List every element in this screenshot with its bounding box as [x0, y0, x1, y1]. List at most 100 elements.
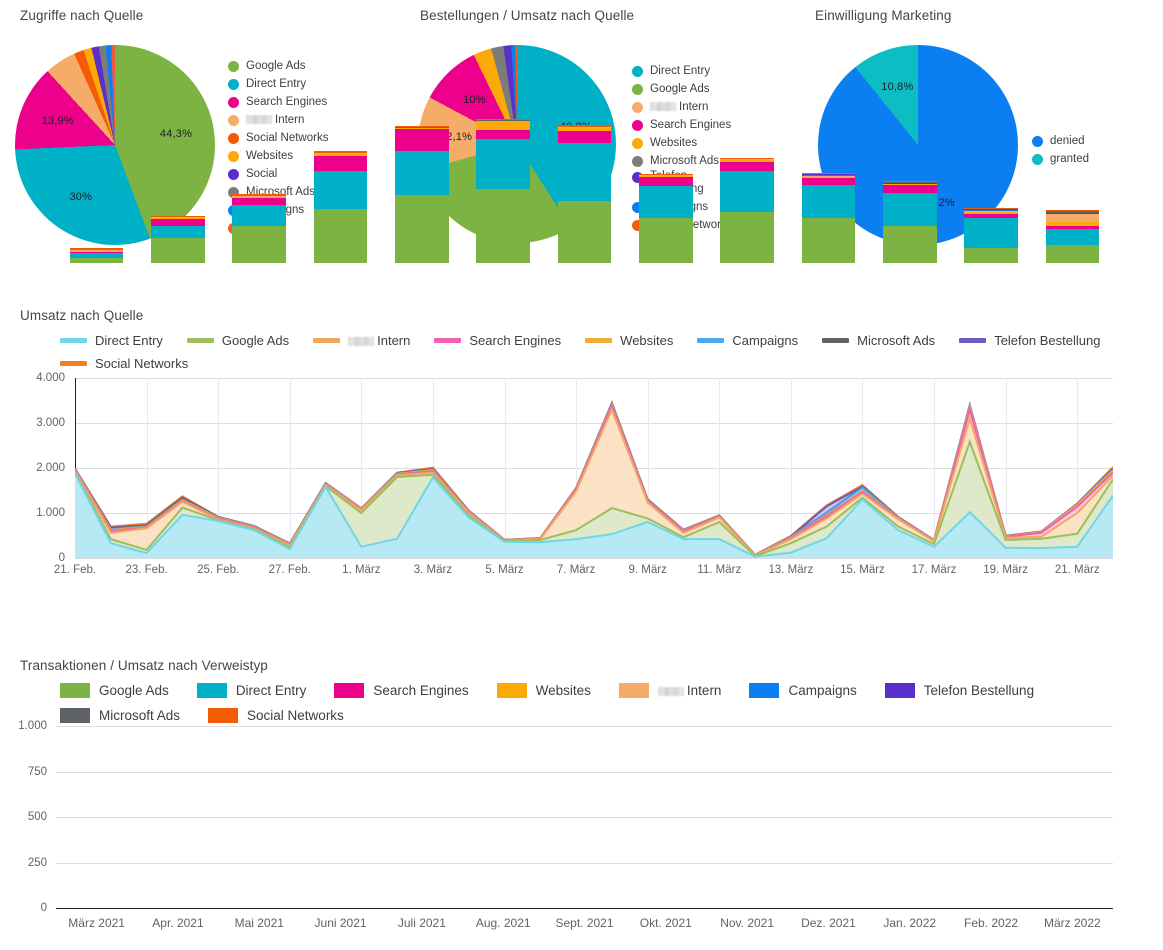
bar-segment-direct-entry[interactable]	[151, 225, 205, 238]
bar-stack[interactable]	[313, 81, 368, 263]
bar-segment-social-networks[interactable]	[557, 125, 612, 127]
bar-segment-websites[interactable]	[557, 127, 612, 131]
bar-segment-search-engines[interactable]	[964, 214, 1018, 218]
bar-segment-direct-entry[interactable]	[1045, 228, 1100, 245]
bar-segment-direct-entry[interactable]	[395, 151, 449, 195]
bar-segment-intern[interactable]	[1045, 213, 1100, 222]
bar-segment-google-ads[interactable]	[557, 201, 612, 263]
bar-segment-google-ads[interactable]	[232, 225, 287, 263]
bar-segment-direct-entry[interactable]	[801, 185, 856, 219]
bar-stack[interactable]	[1045, 81, 1100, 263]
bar-stack[interactable]	[232, 81, 287, 263]
legend-item-microsoft-ads[interactable]: Microsoft Ads	[822, 330, 935, 350]
legend-item-search-engines[interactable]: Search Engines	[434, 330, 561, 350]
bar-segment-microsoft-ads[interactable]	[882, 181, 937, 184]
bar-segment-websites[interactable]	[151, 217, 205, 219]
bar-segment-direct-entry[interactable]	[720, 171, 774, 212]
bar-plot-area[interactable]	[56, 119, 1113, 909]
bar-segment-intern[interactable]	[69, 250, 124, 252]
bar-chart-legend[interactable]: Google Ads Direct Entry Search Engines Webs…	[60, 680, 1163, 726]
bar-segment-social-networks[interactable]	[882, 180, 937, 182]
bar-segment-websites[interactable]	[476, 121, 531, 130]
bar-segment-direct-entry[interactable]	[313, 170, 368, 209]
bar-segment-intern[interactable]	[232, 196, 287, 198]
bar-segment-websites[interactable]	[720, 160, 774, 163]
bar-segment-social-networks[interactable]	[476, 119, 531, 121]
legend-item-websites[interactable]: Websites	[585, 330, 673, 350]
bar-segment-search-engines[interactable]	[476, 129, 531, 139]
legend-item-google-ads[interactable]: Google Ads	[186, 330, 289, 350]
legend-item-direct-entry[interactable]: Direct Entry	[60, 330, 163, 350]
bar-segment-direct-entry[interactable]	[638, 185, 693, 218]
bar-segment-search-engines[interactable]	[69, 251, 124, 254]
bar-stack[interactable]	[557, 81, 612, 263]
bar-segment-search-engines[interactable]	[151, 218, 205, 226]
bar-segment-search-engines[interactable]	[1045, 225, 1100, 229]
area-chart-legend[interactable]: Direct Entry Google Ads Intern Search Engin…	[60, 330, 1160, 373]
area-plot-area[interactable]	[75, 378, 1113, 559]
bar-segment-microsoft-ads[interactable]	[1045, 211, 1100, 213]
bar-segment-social-networks[interactable]	[232, 194, 287, 196]
bar-segment-direct-entry[interactable]	[69, 253, 124, 258]
bar-segment-search-engines[interactable]	[882, 184, 937, 193]
bar-segment-google-ads[interactable]	[151, 237, 205, 263]
bar-segment-google-ads[interactable]	[964, 248, 1018, 263]
bar-segment-websites[interactable]	[1045, 221, 1100, 226]
bar-segment-google-ads[interactable]	[720, 211, 774, 263]
legend-item-google-ads[interactable]: Google Ads	[228, 57, 328, 75]
legend-item-direct-entry[interactable]: Direct Entry	[632, 62, 732, 80]
bar-segment-intern[interactable]	[964, 211, 1018, 213]
legend-item-social-networks[interactable]: Social Networks	[208, 705, 344, 726]
bar-segment-campaigns[interactable]	[801, 174, 856, 177]
bar-segment-google-ads[interactable]	[476, 189, 531, 263]
bar-segment-social-networks[interactable]	[151, 215, 205, 217]
bar-segment-intern[interactable]	[801, 175, 856, 178]
bar-segment-google-ads[interactable]	[882, 225, 937, 263]
bar-segment-direct-entry[interactable]	[964, 217, 1018, 249]
bar-segment-social-networks[interactable]	[69, 248, 124, 250]
legend-item-telefon-bestellung[interactable]: Telefon Bestellung	[884, 680, 1034, 701]
bar-segment-search-engines[interactable]	[801, 178, 856, 186]
bar-segment-google-ads[interactable]	[801, 218, 856, 263]
bar-segment-search-engines[interactable]	[720, 162, 774, 172]
legend-item-direct-entry[interactable]: Direct Entry	[196, 680, 306, 701]
bar-segment-google-ads[interactable]	[313, 208, 368, 263]
bar-stack[interactable]	[882, 81, 937, 263]
bar-segment-direct-entry[interactable]	[882, 192, 937, 226]
bar-segment-social-networks[interactable]	[313, 151, 368, 153]
legend-item-telefon-bestellung[interactable]: Telefon Bestellung	[959, 330, 1100, 350]
bar-segment-telefon-bestellung[interactable]	[964, 209, 1018, 211]
bar-segment-direct-entry[interactable]	[476, 138, 531, 190]
bar-stack[interactable]	[69, 81, 124, 263]
bar-segment-social-networks[interactable]	[801, 172, 856, 174]
bar-stack[interactable]	[964, 81, 1018, 263]
bar-segment-direct-entry[interactable]	[232, 205, 287, 226]
legend-item-microsoft-ads[interactable]: Microsoft Ads	[60, 705, 180, 726]
legend-item-search-engines[interactable]: Search Engines	[334, 680, 469, 701]
bar-segment-social-networks[interactable]	[964, 207, 1018, 209]
bar-stack[interactable]	[395, 81, 449, 263]
bar-segment-google-ads[interactable]	[395, 194, 449, 263]
bar-segment-websites[interactable]	[964, 212, 1018, 215]
bar-segment-search-engines[interactable]	[313, 156, 368, 171]
bar-segment-google-ads[interactable]	[69, 257, 124, 263]
bar-segment-websites[interactable]	[638, 175, 693, 177]
bar-segment-direct-entry[interactable]	[557, 143, 612, 202]
bar-segment-search-engines[interactable]	[395, 129, 449, 152]
bar-segment-search-engines[interactable]	[557, 130, 612, 144]
bar-stack[interactable]	[476, 81, 531, 263]
bar-segment-social-networks[interactable]	[1045, 209, 1100, 212]
bar-segment-google-ads[interactable]	[1045, 244, 1100, 263]
bar-segment-google-ads[interactable]	[638, 217, 693, 263]
legend-item-intern[interactable]: Intern	[618, 680, 721, 701]
bar-segment-social-networks[interactable]	[720, 157, 774, 159]
bar-segment-social-networks[interactable]	[395, 125, 449, 128]
bar-stack[interactable]	[151, 81, 205, 263]
legend-item-campaigns[interactable]: Campaigns	[749, 680, 857, 701]
bar-segment-websites[interactable]	[313, 153, 368, 157]
legend-item-google-ads[interactable]: Google Ads	[60, 680, 169, 701]
bar-segment-search-engines[interactable]	[638, 176, 693, 186]
legend-item-intern[interactable]: Intern	[313, 330, 410, 350]
bar-segment-social-networks[interactable]	[638, 173, 693, 175]
legend-item-campaigns[interactable]: Campaigns	[697, 330, 798, 350]
